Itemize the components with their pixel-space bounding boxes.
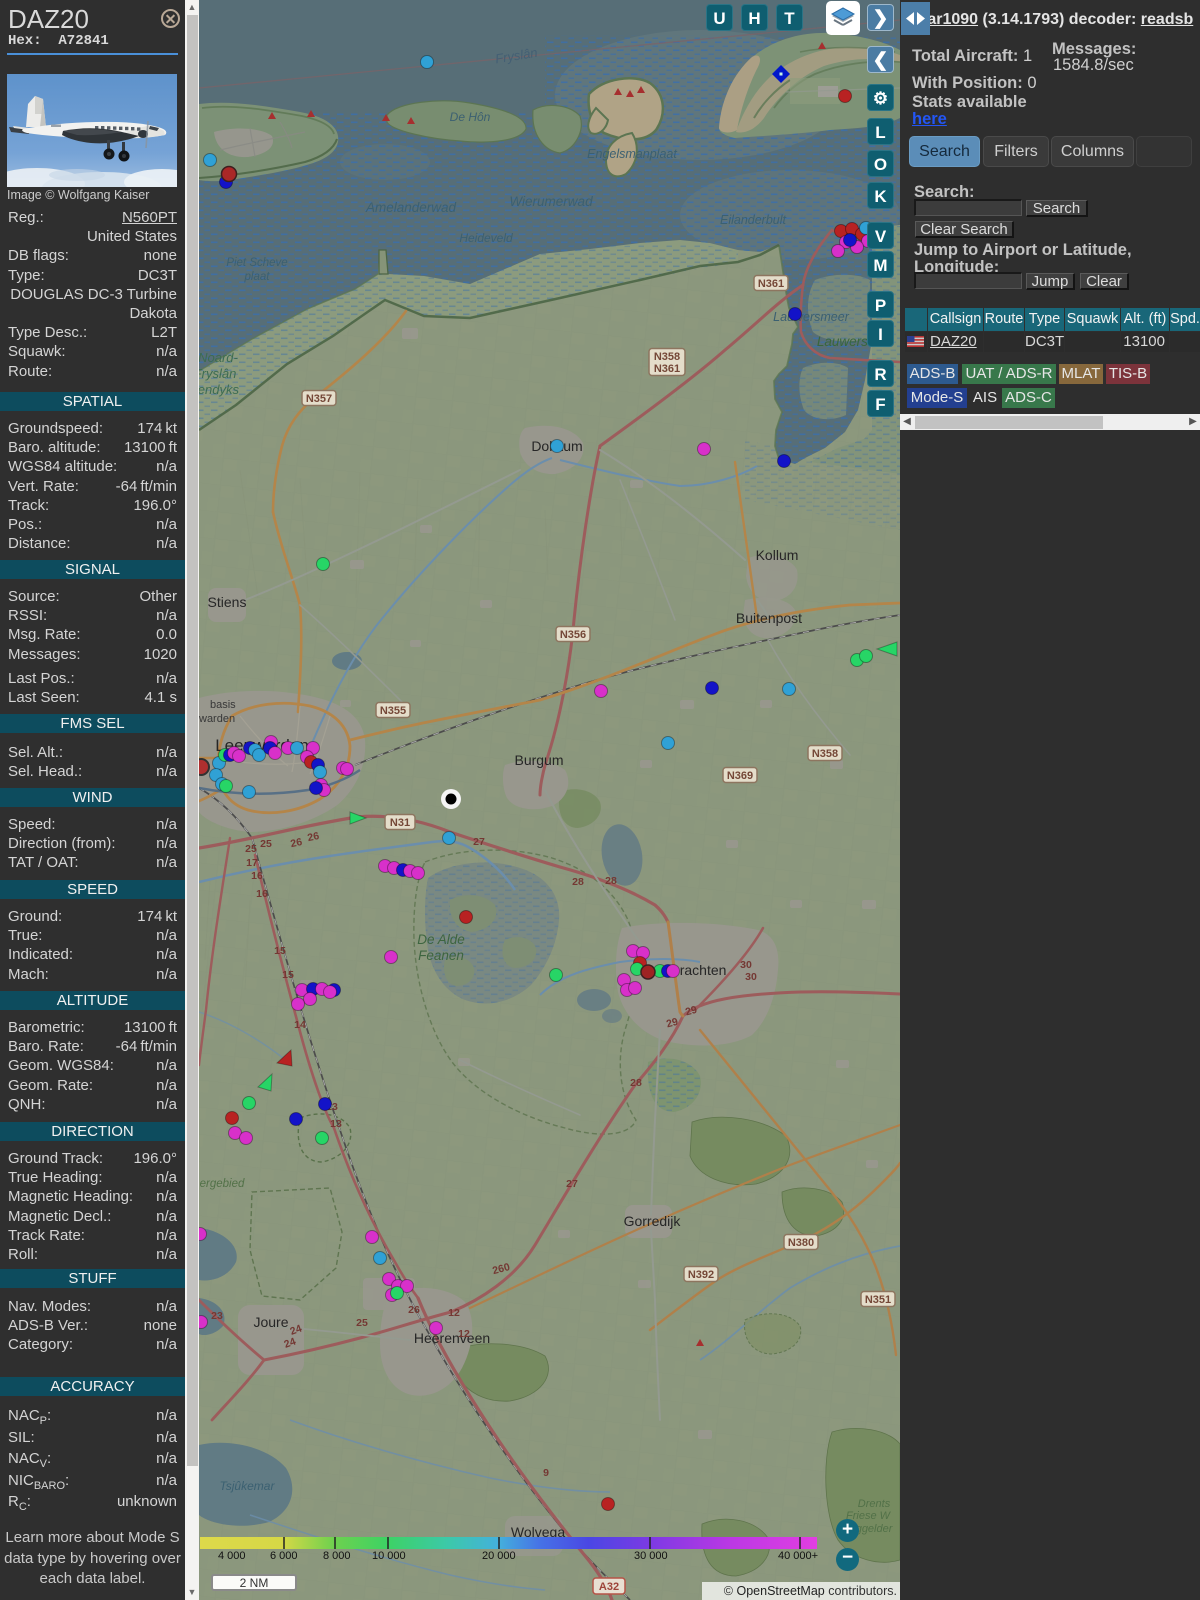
svg-text:Heideveld: Heideveld xyxy=(459,231,513,245)
svg-text:N380: N380 xyxy=(788,1237,814,1249)
svg-text:Amelanderwad: Amelanderwad xyxy=(365,200,457,215)
svg-text:14: 14 xyxy=(294,1019,306,1031)
svg-text:Buitenpost: Buitenpost xyxy=(736,610,802,626)
svg-text:N356: N356 xyxy=(560,629,586,641)
svg-text:25: 25 xyxy=(356,1317,368,1329)
svg-text:25: 25 xyxy=(260,838,272,850)
svg-text:N361: N361 xyxy=(758,278,784,290)
svg-text:30: 30 xyxy=(745,971,757,983)
svg-text:12: 12 xyxy=(448,1307,460,1319)
svg-text:26: 26 xyxy=(408,1304,420,1316)
svg-text:N361: N361 xyxy=(654,363,680,375)
svg-text:ûtendyks: ûtendyks xyxy=(199,382,240,397)
svg-text:25: 25 xyxy=(245,843,257,855)
svg-text:Lauwersmeer: Lauwersmeer xyxy=(773,310,850,324)
svg-text:Piet Scheve: Piet Scheve xyxy=(226,257,287,269)
svg-text:De Hôn: De Hôn xyxy=(450,110,491,124)
svg-text:Noard-: Noard- xyxy=(199,350,239,365)
svg-text:N358: N358 xyxy=(812,748,838,760)
svg-text:Joure: Joure xyxy=(253,1314,288,1330)
svg-text:Drents: Drents xyxy=(858,1498,891,1510)
svg-text:Wierumerwad: Wierumerwad xyxy=(509,194,593,209)
svg-text:Burgum: Burgum xyxy=(514,752,563,768)
svg-text:N355: N355 xyxy=(380,705,406,717)
svg-text:basis: basis xyxy=(210,699,236,711)
svg-text:9: 9 xyxy=(543,1467,549,1479)
svg-text:N369: N369 xyxy=(727,770,753,782)
svg-text:28: 28 xyxy=(630,1077,642,1089)
svg-text:16: 16 xyxy=(251,870,263,882)
svg-text:Stiens: Stiens xyxy=(208,594,247,610)
svg-text:N392: N392 xyxy=(688,1269,714,1281)
svg-text:Eilanderbult: Eilanderbult xyxy=(720,213,787,227)
svg-text:Tsjûkemar: Tsjûkemar xyxy=(220,1479,276,1493)
svg-text:28: 28 xyxy=(572,876,584,888)
svg-text:15: 15 xyxy=(274,945,286,957)
svg-text:27: 27 xyxy=(473,836,485,848)
svg-text:12: 12 xyxy=(458,1328,470,1340)
svg-text:13: 13 xyxy=(330,1118,342,1130)
svg-text:15: 15 xyxy=(282,969,294,981)
svg-text:Engelsmanplaat: Engelsmanplaat xyxy=(587,147,677,161)
svg-text:De Alde: De Alde xyxy=(417,932,465,947)
svg-text:Heerenveen: Heerenveen xyxy=(414,1330,490,1346)
svg-text:23: 23 xyxy=(211,1310,223,1322)
svg-text:N31: N31 xyxy=(390,817,410,829)
svg-text:A32: A32 xyxy=(599,1581,619,1593)
svg-text:warden: warden xyxy=(199,713,235,725)
svg-text:28: 28 xyxy=(605,875,617,887)
svg-text:N351: N351 xyxy=(865,1294,891,1306)
svg-text:N358: N358 xyxy=(654,351,680,363)
svg-text:30: 30 xyxy=(740,959,752,971)
svg-text:17: 17 xyxy=(246,857,258,869)
svg-text:N357: N357 xyxy=(306,393,332,405)
svg-text:Feanen: Feanen xyxy=(418,948,464,963)
svg-text:ergebied: ergebied xyxy=(200,1178,245,1190)
svg-text:plaat: plaat xyxy=(244,271,271,283)
svg-text:27: 27 xyxy=(566,1178,578,1190)
svg-text:Kollum: Kollum xyxy=(756,547,799,563)
svg-text:Fryslân: Fryslân xyxy=(199,366,236,381)
svg-text:Gorredijk: Gorredijk xyxy=(624,1213,682,1229)
svg-text:16: 16 xyxy=(256,888,268,900)
